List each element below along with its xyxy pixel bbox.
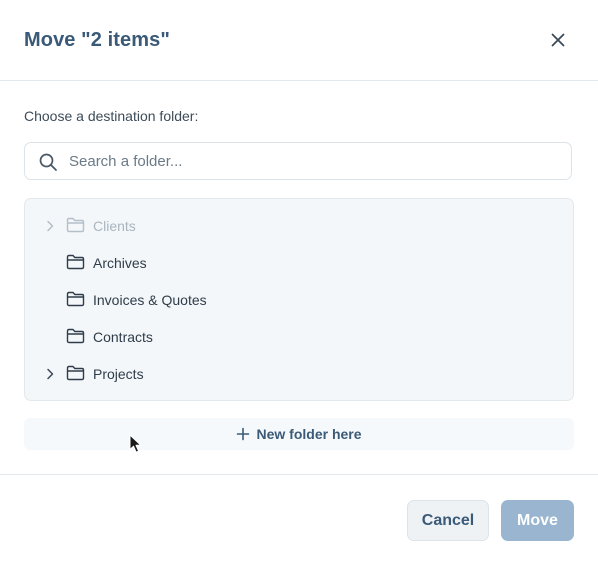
folder-icon	[66, 328, 85, 344]
tree-item-label: Contracts	[93, 329, 153, 345]
tree-item-projects[interactable]: Projects	[25, 358, 573, 390]
dialog-title: Move "2 items"	[24, 29, 170, 51]
move-button[interactable]: Move	[501, 500, 574, 541]
close-icon	[551, 33, 565, 47]
new-folder-button[interactable]: New folder here	[24, 418, 574, 450]
tree-item-label: Clients	[93, 218, 136, 234]
new-folder-label: New folder here	[256, 426, 362, 442]
destination-prompt: Choose a destination folder:	[24, 108, 199, 124]
tree-item-archives[interactable]: Archives	[25, 247, 573, 279]
dialog-header: Move "2 items"	[0, 0, 598, 81]
search-icon	[39, 153, 57, 171]
tree-item-label: Invoices & Quotes	[93, 292, 207, 308]
tree-item-contracts[interactable]: Contracts	[25, 321, 573, 353]
plus-icon	[237, 427, 250, 441]
folder-icon	[66, 254, 85, 270]
cancel-button[interactable]: Cancel	[407, 500, 489, 541]
tree-item-label: Projects	[93, 366, 144, 382]
folder-icon	[66, 217, 85, 233]
folder-icon	[66, 365, 85, 381]
folder-tree: Clients Archives Invoices & Quotes Contr…	[24, 198, 574, 401]
dialog-footer: Cancel Move	[0, 474, 598, 565]
search-input[interactable]	[69, 143, 559, 179]
folder-icon	[66, 291, 85, 307]
chevron-right-icon[interactable]	[43, 367, 57, 381]
tree-item-label: Archives	[93, 255, 147, 271]
tree-item-invoices-quotes[interactable]: Invoices & Quotes	[25, 284, 573, 316]
close-button[interactable]	[546, 28, 570, 52]
search-box	[24, 142, 572, 180]
move-dialog: Move "2 items" Choose a destination fold…	[0, 0, 598, 565]
chevron-right-icon[interactable]	[43, 219, 57, 233]
tree-item-clients[interactable]: Clients	[25, 210, 573, 242]
